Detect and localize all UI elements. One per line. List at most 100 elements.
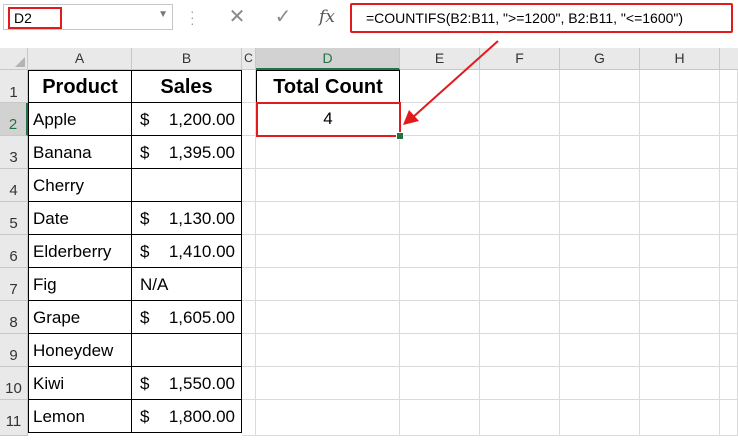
empty-cell[interactable] xyxy=(560,103,640,136)
empty-cell[interactable] xyxy=(720,268,738,301)
empty-cell[interactable] xyxy=(640,301,720,334)
row-header-2[interactable]: 2 xyxy=(0,103,28,136)
close-icon[interactable]: ✕ xyxy=(222,4,252,30)
empty-cell[interactable] xyxy=(560,70,640,103)
row-header-4[interactable]: 4 xyxy=(0,169,28,202)
sales-cell[interactable]: $1,410.00 xyxy=(132,235,242,268)
empty-cell[interactable] xyxy=(560,334,640,367)
product-cell[interactable]: Banana xyxy=(28,136,132,169)
empty-cell[interactable] xyxy=(720,103,738,136)
empty-cell[interactable] xyxy=(242,136,256,169)
product-cell[interactable]: Cherry xyxy=(28,169,132,202)
empty-cell[interactable] xyxy=(256,301,400,334)
product-cell[interactable]: Grape xyxy=(28,301,132,334)
empty-cell[interactable] xyxy=(640,70,720,103)
product-cell[interactable]: Fig xyxy=(28,268,132,301)
empty-cell[interactable] xyxy=(256,235,400,268)
column-header-g[interactable]: G xyxy=(560,48,640,70)
empty-cell[interactable] xyxy=(720,334,738,367)
empty-cell[interactable] xyxy=(400,169,480,202)
empty-cell[interactable] xyxy=(560,367,640,400)
empty-cell[interactable] xyxy=(242,268,256,301)
column-header-f[interactable]: F xyxy=(480,48,560,70)
column-header-a[interactable]: A xyxy=(28,48,132,70)
empty-cell[interactable] xyxy=(400,400,480,436)
column-header-c[interactable]: C xyxy=(242,48,256,70)
product-cell[interactable]: Apple xyxy=(28,103,132,136)
empty-cell[interactable] xyxy=(400,334,480,367)
product-cell[interactable]: Kiwi xyxy=(28,367,132,400)
header-cell-product[interactable]: Product xyxy=(28,70,132,103)
empty-cell[interactable] xyxy=(242,235,256,268)
empty-cell[interactable] xyxy=(480,301,560,334)
empty-cell[interactable] xyxy=(720,202,738,235)
empty-cell[interactable] xyxy=(400,301,480,334)
row-header-6[interactable]: 6 xyxy=(0,235,28,268)
product-cell[interactable]: Date xyxy=(28,202,132,235)
name-box-value[interactable]: D2 xyxy=(8,7,62,29)
empty-cell[interactable] xyxy=(560,301,640,334)
empty-cell[interactable] xyxy=(242,301,256,334)
sales-cell[interactable]: $1,395.00 xyxy=(132,136,242,169)
sales-cell[interactable]: $1,130.00 xyxy=(132,202,242,235)
empty-cell[interactable] xyxy=(256,268,400,301)
empty-cell[interactable] xyxy=(480,367,560,400)
empty-cell[interactable] xyxy=(400,268,480,301)
empty-cell[interactable] xyxy=(720,235,738,268)
empty-cell[interactable] xyxy=(400,136,480,169)
empty-cell[interactable] xyxy=(560,400,640,436)
empty-cell[interactable] xyxy=(400,235,480,268)
column-header-h[interactable]: H xyxy=(640,48,720,70)
empty-cell[interactable] xyxy=(480,400,560,436)
select-all-button[interactable] xyxy=(0,48,28,70)
empty-cell[interactable] xyxy=(640,235,720,268)
empty-cell[interactable] xyxy=(400,103,480,136)
empty-cell[interactable] xyxy=(480,268,560,301)
empty-cell[interactable] xyxy=(242,103,256,136)
empty-cell[interactable] xyxy=(640,169,720,202)
empty-cell[interactable] xyxy=(720,136,738,169)
empty-cell[interactable] xyxy=(640,202,720,235)
empty-cell[interactable] xyxy=(400,70,480,103)
product-cell[interactable]: Lemon xyxy=(28,400,132,433)
empty-cell[interactable] xyxy=(480,235,560,268)
empty-cell[interactable] xyxy=(242,367,256,400)
sales-cell[interactable] xyxy=(132,169,242,202)
empty-cell[interactable] xyxy=(242,202,256,235)
empty-cell[interactable] xyxy=(560,202,640,235)
row-header-3[interactable]: 3 xyxy=(0,136,28,169)
empty-cell[interactable] xyxy=(560,268,640,301)
empty-cell[interactable] xyxy=(256,400,400,436)
empty-cell[interactable] xyxy=(640,268,720,301)
sales-cell[interactable]: $1,800.00 xyxy=(132,400,242,433)
empty-cell[interactable] xyxy=(640,367,720,400)
sales-cell[interactable]: $1,550.00 xyxy=(132,367,242,400)
empty-cell[interactable] xyxy=(640,334,720,367)
empty-cell[interactable] xyxy=(560,169,640,202)
empty-cell[interactable] xyxy=(720,301,738,334)
empty-cell[interactable] xyxy=(720,400,738,436)
product-cell[interactable]: Honeydew xyxy=(28,334,132,367)
empty-cell[interactable] xyxy=(256,169,400,202)
empty-cell[interactable] xyxy=(480,70,560,103)
row-header-9[interactable]: 9 xyxy=(0,334,28,367)
row-header-11[interactable]: 11 xyxy=(0,400,28,436)
product-cell[interactable]: Elderberry xyxy=(28,235,132,268)
empty-cell[interactable] xyxy=(560,235,640,268)
empty-cell[interactable] xyxy=(242,169,256,202)
empty-cell[interactable] xyxy=(256,334,400,367)
header-cell-sales[interactable]: Sales xyxy=(132,70,242,103)
chevron-down-icon[interactable]: ▼ xyxy=(158,9,168,20)
row-header-1[interactable]: 1 xyxy=(0,70,28,103)
column-header-e[interactable]: E xyxy=(400,48,480,70)
sales-cell[interactable] xyxy=(132,334,242,367)
empty-cell[interactable] xyxy=(720,367,738,400)
empty-cell[interactable] xyxy=(242,70,256,103)
empty-cell[interactable] xyxy=(480,202,560,235)
sales-cell[interactable]: N/A xyxy=(132,268,242,301)
empty-cell[interactable] xyxy=(400,202,480,235)
empty-cell[interactable] xyxy=(256,367,400,400)
column-header-d[interactable]: D xyxy=(256,48,400,70)
row-header-5[interactable]: 5 xyxy=(0,202,28,235)
sales-cell[interactable]: $1,605.00 xyxy=(132,301,242,334)
